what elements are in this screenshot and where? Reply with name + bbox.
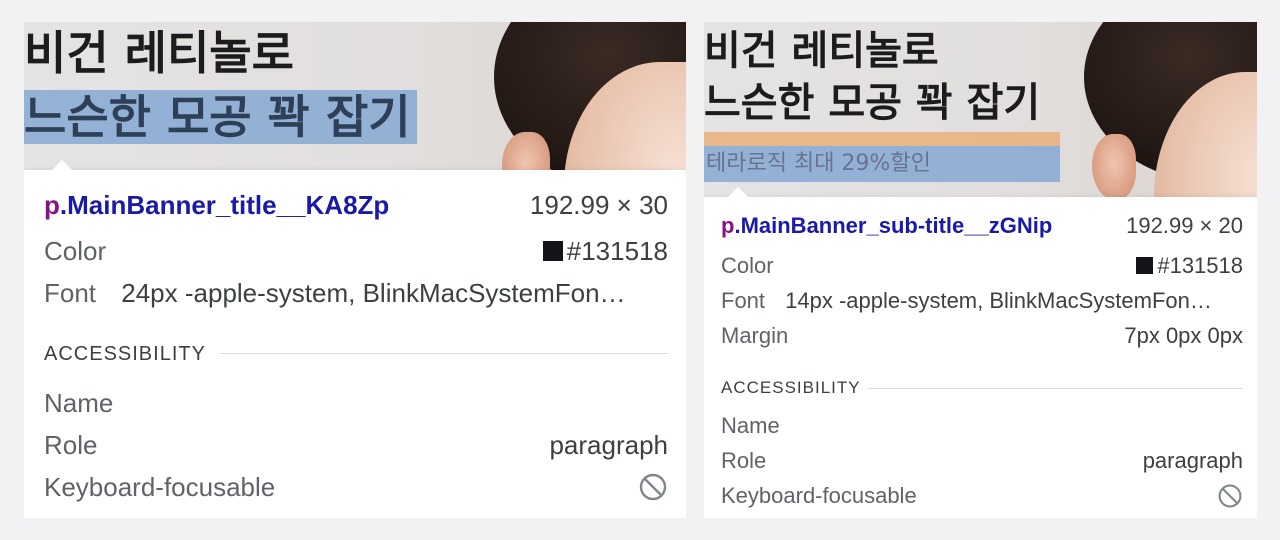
element-dimensions: 192.99 × 20 bbox=[1126, 213, 1243, 238]
inspect-tooltip: p.MainBanner_title__KA8Zp 192.99 × 30 Co… bbox=[24, 160, 686, 518]
margin-label: Margin bbox=[721, 323, 789, 348]
banner-subtitle: 테라로직 최대 29%할인 bbox=[706, 151, 931, 176]
not-allowed-icon bbox=[638, 472, 668, 510]
tooltip-name-row: Name bbox=[44, 386, 668, 420]
selector-class: .MainBanner_title__KA8Zp bbox=[59, 190, 390, 220]
not-allowed-icon bbox=[1217, 483, 1243, 517]
accessibility-divider bbox=[220, 353, 668, 354]
banner-title-line1: 비건 레티놀로 bbox=[24, 26, 294, 80]
selector-tag: p bbox=[44, 190, 60, 220]
inspect-tooltip: p.MainBanner_sub-title__zGNip 192.99 × 2… bbox=[704, 187, 1257, 518]
accessibility-heading: ACCESSIBILITY bbox=[44, 343, 206, 365]
element-margin-highlight bbox=[704, 132, 1060, 146]
tooltip-focusable-row: Keyboard-focusable bbox=[44, 470, 668, 504]
color-swatch bbox=[1136, 256, 1154, 274]
color-value: #131518 bbox=[542, 234, 668, 268]
color-swatch bbox=[542, 241, 563, 262]
role-label: Role bbox=[721, 448, 767, 473]
color-hex: #131518 bbox=[1157, 253, 1243, 278]
banner-title-line1: 비건 레티놀로 bbox=[704, 28, 939, 74]
margin-value: 7px 0px 0px bbox=[1124, 323, 1243, 348]
color-label: Color bbox=[44, 236, 107, 266]
color-label: Color bbox=[721, 253, 774, 278]
tooltip-selector-row: p.MainBanner_title__KA8Zp 192.99 × 30 bbox=[44, 188, 668, 222]
selector-class: .MainBanner_sub-title__zGNip bbox=[734, 213, 1053, 238]
color-hex: #131518 bbox=[566, 236, 668, 266]
tooltip-role-row: Role paragraph bbox=[721, 446, 1243, 476]
element-dimensions: 192.99 × 30 bbox=[529, 190, 668, 220]
role-value: paragraph bbox=[549, 430, 668, 460]
tooltip-focusable-row: Keyboard-focusable bbox=[721, 481, 1243, 511]
selector-tag: p bbox=[721, 213, 735, 238]
font-label: Font bbox=[44, 278, 97, 308]
devtools-inspect-panel-left: 비건 레티놀로 느슨한 모공 꽉 잡기 p.MainBanner_title__… bbox=[24, 22, 686, 518]
font-value: 14px -apple-system, BlinkMacSystemFon… bbox=[785, 288, 1212, 313]
color-value: #131518 bbox=[1136, 251, 1243, 281]
name-label: Name bbox=[44, 388, 114, 418]
accessibility-divider bbox=[868, 388, 1243, 389]
tooltip-selector-row: p.MainBanner_sub-title__zGNip 192.99 × 2… bbox=[721, 211, 1243, 241]
tooltip-name-row: Name bbox=[721, 411, 1243, 441]
tooltip-arrow bbox=[52, 160, 72, 170]
tooltip-role-row: Role paragraph bbox=[44, 428, 668, 462]
devtools-inspect-panel-right: 비건 레티놀로 느슨한 모공 꽉 잡기 테라로직 최대 29%할인 p.Main… bbox=[704, 22, 1257, 518]
role-label: Role bbox=[44, 430, 98, 460]
tooltip-arrow bbox=[728, 187, 748, 197]
tooltip-color-row: Color #131518 bbox=[44, 234, 668, 268]
role-value: paragraph bbox=[1142, 448, 1243, 473]
model-ear bbox=[1092, 134, 1136, 200]
tooltip-font-row: Font 14px -apple-system, BlinkMacSystemF… bbox=[721, 286, 1243, 316]
banner-title-line2: 느슨한 모공 꽉 잡기 bbox=[704, 80, 1041, 126]
tooltip-color-row: Color #131518 bbox=[721, 251, 1243, 281]
font-value: 24px -apple-system, BlinkMacSystemFon… bbox=[121, 278, 626, 308]
focusable-label: Keyboard-focusable bbox=[721, 483, 917, 508]
font-label: Font bbox=[721, 288, 766, 313]
banner-title-line2: 느슨한 모공 꽉 잡기 bbox=[24, 84, 417, 150]
focusable-label: Keyboard-focusable bbox=[44, 472, 276, 502]
element-highlight-title: 느슨한 모공 꽉 잡기 bbox=[24, 90, 417, 144]
element-highlight-subtitle: 테라로직 최대 29%할인 bbox=[704, 146, 1060, 182]
name-label: Name bbox=[721, 413, 780, 438]
tooltip-font-row: Font 24px -apple-system, BlinkMacSystemF… bbox=[44, 276, 668, 310]
tooltip-margin-row: Margin 7px 0px 0px bbox=[721, 321, 1243, 351]
